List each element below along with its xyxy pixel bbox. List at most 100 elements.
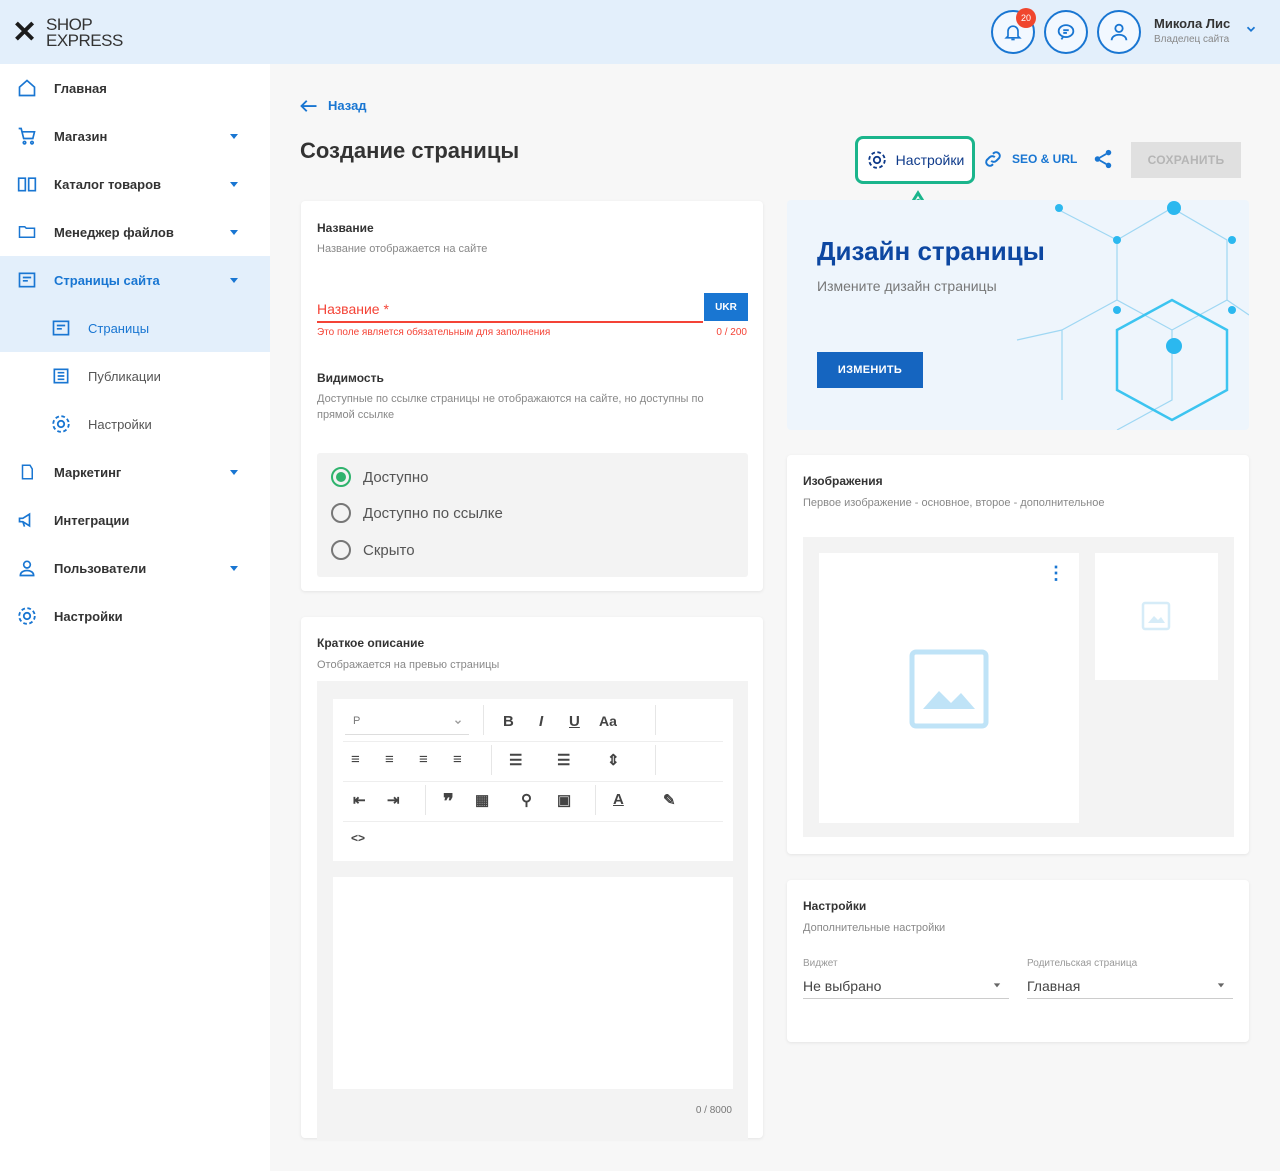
- indent-icon[interactable]: ⇥: [387, 791, 400, 809]
- sidebar-item-site-pages[interactable]: Страницы сайта: [0, 256, 270, 304]
- align-right-icon[interactable]: ≡: [419, 751, 428, 768]
- editor-toolbar: P B I U Aa ≡ ≡ ≡ ≡ ☰ ☰ ⇕ ⇤ ⇥ ❞ ▦ ⚲ ▣ A ✎…: [333, 699, 733, 861]
- quote-icon[interactable]: ❞: [443, 789, 454, 814]
- share-icon[interactable]: [1092, 147, 1114, 171]
- align-left-icon[interactable]: ≡: [351, 751, 360, 768]
- chat-icon: [1057, 24, 1075, 40]
- sidebar-subitem-publications[interactable]: Публикации: [0, 352, 270, 400]
- sidebar-subitem-page-settings[interactable]: Настройки: [0, 400, 270, 448]
- sidebar-item-label: Главная: [54, 80, 107, 96]
- bold-icon[interactable]: B: [503, 713, 514, 730]
- radio-checked-icon: [331, 467, 351, 487]
- caret-down-icon: [230, 566, 238, 571]
- caret-down-icon: [230, 182, 238, 187]
- sidebar-item-users[interactable]: Пользователи: [0, 544, 270, 592]
- description-counter: 0 / 8000: [695, 1105, 732, 1116]
- italic-icon[interactable]: I: [539, 713, 543, 730]
- main-image-slot[interactable]: ⋮: [819, 553, 1079, 823]
- link-icon[interactable]: ⚲: [521, 791, 532, 809]
- table-icon[interactable]: ▦: [475, 791, 489, 809]
- images-card: Изображения Первое изображение - основно…: [787, 455, 1249, 854]
- back-link[interactable]: Назад: [300, 98, 367, 113]
- bullet-list-icon[interactable]: ☰: [509, 751, 522, 769]
- sidebar-item-file-manager[interactable]: Менеджер файлов: [0, 208, 270, 256]
- text-color-icon[interactable]: A: [613, 791, 624, 808]
- news-icon: [48, 364, 74, 388]
- name-card: Название Название отображается на сайте …: [301, 201, 763, 591]
- sidebar-item-marketing[interactable]: Маркетинг: [0, 448, 270, 496]
- caret-down-icon: [230, 134, 238, 139]
- sidebar-item-settings[interactable]: Настройки: [0, 592, 270, 640]
- settings-button-label: Настройки: [895, 152, 965, 168]
- sidebar-item-home[interactable]: Главная: [0, 64, 270, 112]
- name-card-title: Название: [317, 221, 374, 235]
- seo-url-button[interactable]: SEO & URL: [982, 148, 1077, 170]
- radio-label: Доступно: [363, 468, 429, 486]
- save-button[interactable]: СОХРАНИТЬ: [1131, 142, 1241, 178]
- settings-card-title: Настройки: [803, 899, 867, 913]
- megaphone-icon: [14, 508, 40, 532]
- sidebar-subitem-label: Публикации: [88, 368, 161, 384]
- image-icon[interactable]: ▣: [557, 791, 571, 809]
- radio-label: Доступно по ссылке: [363, 504, 503, 522]
- notifications-button[interactable]: 20: [991, 8, 1036, 54]
- secondary-image-slot[interactable]: [1095, 553, 1218, 680]
- settings-button[interactable]: Настройки: [855, 136, 975, 184]
- radio-unchecked-icon: [331, 540, 351, 560]
- parent-page-label: Родительская страница: [1027, 958, 1138, 969]
- radio-available[interactable]: Доступно: [331, 467, 428, 487]
- sidebar-item-shop[interactable]: Магазин: [0, 112, 270, 160]
- language-button[interactable]: UKR: [704, 293, 748, 321]
- user-name[interactable]: Микола Лис: [1154, 16, 1230, 31]
- folder-icon: [14, 220, 40, 244]
- notification-badge: 20: [1016, 8, 1036, 28]
- sidebar-subitem-pages[interactable]: Страницы: [0, 304, 270, 352]
- sidebar-item-label: Настройки: [54, 608, 123, 624]
- name-input[interactable]: [317, 321, 703, 323]
- profile-button[interactable]: [1097, 10, 1141, 54]
- seo-url-label: SEO & URL: [1012, 152, 1078, 166]
- caret-down-icon: [230, 470, 238, 475]
- description-card: Краткое описание Отображается на превью …: [301, 617, 763, 1141]
- underline-icon[interactable]: U: [569, 713, 580, 730]
- line-height-icon[interactable]: ⇕: [607, 751, 620, 769]
- name-counter: 0 / 200: [716, 327, 747, 338]
- font-size-icon[interactable]: Aa: [599, 713, 617, 729]
- page-title: Создание страницы: [300, 138, 520, 163]
- change-design-button[interactable]: ИЗМЕНИТЬ: [817, 352, 923, 388]
- numbered-list-icon[interactable]: ☰: [557, 751, 570, 769]
- description-editor-area[interactable]: [333, 877, 733, 1089]
- format-select[interactable]: P: [345, 709, 469, 735]
- caret-down-icon: [230, 230, 238, 235]
- sidebar-subitem-label: Настройки: [88, 416, 152, 432]
- caret-down-icon: [230, 278, 238, 283]
- messages-button[interactable]: [1044, 10, 1088, 54]
- logo[interactable]: ✕ SHOP EXPRESS: [12, 14, 123, 52]
- sidebar-item-catalog[interactable]: Каталог товаров: [0, 160, 270, 208]
- home-icon: [14, 76, 40, 100]
- more-vertical-icon[interactable]: ⋮: [1047, 563, 1065, 584]
- name-field-label[interactable]: Название *: [317, 301, 389, 317]
- outdent-icon[interactable]: ⇤: [353, 791, 366, 809]
- radio-by-link[interactable]: Доступно по ссылке: [331, 503, 503, 523]
- name-card-subtitle: Название отображается на сайте: [317, 243, 488, 255]
- parent-page-select[interactable]: Главная: [1027, 978, 1080, 994]
- align-justify-icon[interactable]: ≡: [453, 751, 462, 768]
- sidebar-item-integrations[interactable]: Интеграции: [0, 496, 270, 544]
- image-placeholder-icon: [1141, 601, 1171, 631]
- radio-hidden[interactable]: Скрыто: [331, 540, 415, 560]
- align-center-icon[interactable]: ≡: [385, 751, 394, 768]
- sidebar-item-label: Маркетинг: [54, 464, 122, 480]
- chevron-down-icon[interactable]: [1244, 22, 1258, 36]
- highlight-icon[interactable]: ✎: [663, 791, 676, 809]
- user-role: Владелец сайта: [1154, 34, 1230, 45]
- visibility-title: Видимость: [317, 371, 384, 385]
- gear-icon: [867, 151, 886, 169]
- images-subtitle: Первое изображение - основное, второе - …: [803, 497, 1105, 509]
- book-icon: [14, 172, 40, 196]
- widget-select[interactable]: Не выбрано: [803, 978, 881, 994]
- logo-text-line2: EXPRESS: [46, 31, 123, 50]
- cart-icon: [14, 124, 40, 148]
- description-title: Краткое описание: [317, 636, 425, 650]
- source-code-icon[interactable]: <>: [351, 831, 365, 845]
